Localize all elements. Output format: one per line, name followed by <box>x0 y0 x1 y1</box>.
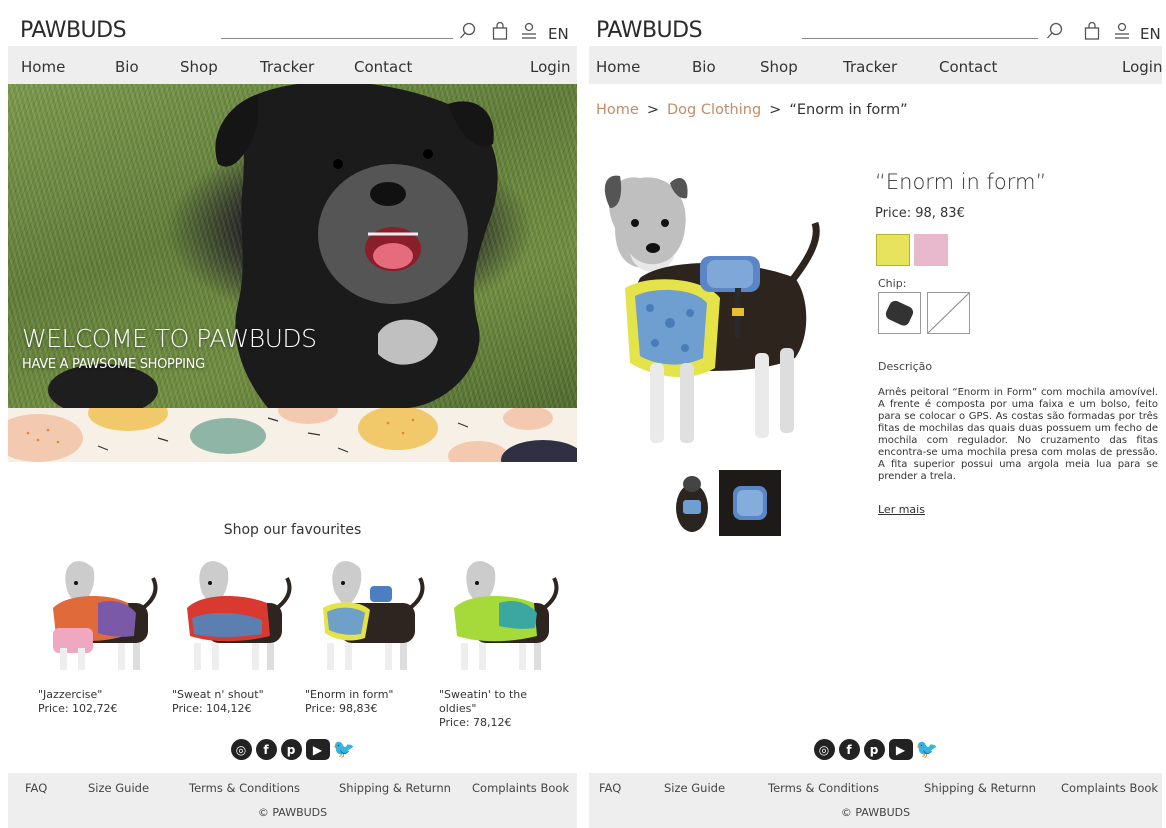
product-image <box>454 561 559 670</box>
social-links: ◎ f p ▶ 🐦 <box>589 739 1162 760</box>
nav-home[interactable]: Home <box>596 58 640 76</box>
footer: FAQ Size Guide Terms & Conditions Shippi… <box>8 773 577 828</box>
cart-icon[interactable] <box>491 22 509 40</box>
search-input[interactable] <box>802 38 1038 39</box>
nav-login[interactable]: Login <box>1122 58 1162 76</box>
footer-shipping[interactable]: Shipping & Returnn <box>339 781 451 795</box>
nav-shop[interactable]: Shop <box>760 58 798 76</box>
description-label: Descrição <box>878 360 933 373</box>
footer-terms[interactable]: Terms & Conditions <box>768 781 879 795</box>
color-swatch-yellow[interactable] <box>876 234 910 266</box>
product-name: "Jazzercise" <box>38 688 103 701</box>
cart-icon[interactable] <box>1083 22 1101 40</box>
product-description: Arnês peitoral “Enorm in Form” com mochi… <box>878 387 1158 482</box>
product-name: "Sweat n' shout" <box>172 688 264 701</box>
product-price: Price: 102,72€ <box>38 702 118 715</box>
twitter-icon[interactable]: 🐦 <box>916 739 938 760</box>
product-thumbnail[interactable] <box>661 470 723 536</box>
gps-chip-icon <box>885 300 914 326</box>
hero-banner: WELCOME TO PAWBUDS HAVE A PAWSOME SHOPPI… <box>8 84 577 408</box>
nav-bio[interactable]: Bio <box>115 58 139 76</box>
product-card[interactable]: "Jazzercise" Price: 102,72€ <box>38 548 163 716</box>
instagram-icon[interactable]: ◎ <box>230 739 252 760</box>
footer: FAQ Size Guide Terms & Conditions Shippi… <box>589 773 1162 828</box>
header: PAWBUDS EN <box>589 8 1162 46</box>
language-selector[interactable]: EN <box>548 25 569 43</box>
product-card[interactable]: "Sweat n' shout" Price: 104,12€ <box>172 548 297 716</box>
logo[interactable]: PAWBUDS <box>20 18 127 43</box>
footer-terms[interactable]: Terms & Conditions <box>189 781 300 795</box>
favourites-title: Shop our favourites <box>223 522 362 538</box>
hero-subtitle: HAVE A PAWSOME SHOPPING <box>22 357 205 372</box>
read-more-link[interactable]: Ler mais <box>878 503 925 516</box>
nav-tracker[interactable]: Tracker <box>843 58 897 76</box>
product-price: Price: 78,12€ <box>439 716 512 729</box>
chip-label: Chip: <box>878 277 907 290</box>
decorative-pattern <box>8 408 577 462</box>
footer-size-guide[interactable]: Size Guide <box>664 781 725 795</box>
nav-shop[interactable]: Shop <box>180 58 218 76</box>
chip-option-none[interactable] <box>927 292 970 334</box>
product-screen: PAWBUDS EN Home Bio Shop Tracker Contact… <box>589 8 1162 828</box>
main-nav: Home Bio Shop Tracker Contact Login <box>8 46 577 84</box>
product-main-image[interactable] <box>595 168 831 458</box>
product-image <box>187 561 292 670</box>
breadcrumb-separator: > <box>769 102 782 118</box>
copyright: © PAWBUDS <box>257 806 328 819</box>
search-icon[interactable] <box>459 22 477 40</box>
breadcrumb: Home > Dog Clothing > “Enorm in form” <box>596 102 908 118</box>
footer-size-guide[interactable]: Size Guide <box>88 781 149 795</box>
product-image <box>53 561 158 670</box>
user-icon[interactable] <box>1113 22 1131 40</box>
footer-complaints[interactable]: Complaints Book <box>1061 781 1158 795</box>
footer-complaints[interactable]: Complaints Book <box>472 781 569 795</box>
facebook-icon[interactable]: f <box>255 739 277 760</box>
nav-tracker[interactable]: Tracker <box>260 58 314 76</box>
hero-title: WELCOME TO PAWBUDS <box>22 324 317 353</box>
language-selector[interactable]: EN <box>1140 25 1161 43</box>
color-swatch-pink[interactable] <box>914 234 948 266</box>
product-price: Price: 98,83€ <box>305 702 378 715</box>
breadcrumb-category[interactable]: Dog Clothing <box>667 102 761 118</box>
breadcrumb-current: “Enorm in form” <box>789 102 908 118</box>
logo[interactable]: PAWBUDS <box>596 18 703 43</box>
header: PAWBUDS EN <box>8 8 577 46</box>
pinterest-icon[interactable]: p <box>280 739 302 760</box>
social-links: ◎ f p ▶ 🐦 <box>8 739 577 760</box>
nav-contact[interactable]: Contact <box>939 58 997 76</box>
search-icon[interactable] <box>1046 22 1064 40</box>
nav-contact[interactable]: Contact <box>354 58 412 76</box>
facebook-icon[interactable]: f <box>838 739 860 760</box>
product-title: “Enorm in form” <box>875 170 1047 194</box>
nav-login[interactable]: Login <box>530 58 570 76</box>
youtube-icon[interactable]: ▶ <box>888 739 913 760</box>
product-price: Price: 98, 83€ <box>875 206 965 221</box>
no-chip-icon <box>927 292 970 334</box>
breadcrumb-separator: > <box>646 102 659 118</box>
product-price: Price: 104,12€ <box>172 702 252 715</box>
main-nav: Home Bio Shop Tracker Contact Login <box>589 46 1162 84</box>
product-image <box>323 561 425 670</box>
product-name: "Enorm in form" <box>305 688 394 701</box>
copyright: © PAWBUDS <box>840 806 911 819</box>
product-card[interactable]: "Sweatin' to the oldies" Price: 78,12€ <box>439 548 564 730</box>
pinterest-icon[interactable]: p <box>863 739 885 760</box>
search-input[interactable] <box>221 38 453 39</box>
instagram-icon[interactable]: ◎ <box>813 739 835 760</box>
nav-bio[interactable]: Bio <box>692 58 716 76</box>
home-screen: PAWBUDS EN Home Bio Shop Tracker Contact… <box>8 8 577 828</box>
nav-home[interactable]: Home <box>21 58 65 76</box>
breadcrumb-home[interactable]: Home <box>596 102 639 118</box>
product-thumbnail[interactable] <box>719 470 781 536</box>
product-card[interactable]: "Enorm in form" Price: 98,83€ <box>305 548 430 716</box>
twitter-icon[interactable]: 🐦 <box>333 739 355 760</box>
user-icon[interactable] <box>520 22 538 40</box>
youtube-icon[interactable]: ▶ <box>305 739 330 760</box>
product-name: "Sweatin' to the oldies" <box>439 688 527 715</box>
footer-shipping[interactable]: Shipping & Returnn <box>924 781 1036 795</box>
footer-faq[interactable]: FAQ <box>25 781 47 795</box>
chip-option-gps[interactable] <box>878 292 921 334</box>
footer-faq[interactable]: FAQ <box>599 781 621 795</box>
